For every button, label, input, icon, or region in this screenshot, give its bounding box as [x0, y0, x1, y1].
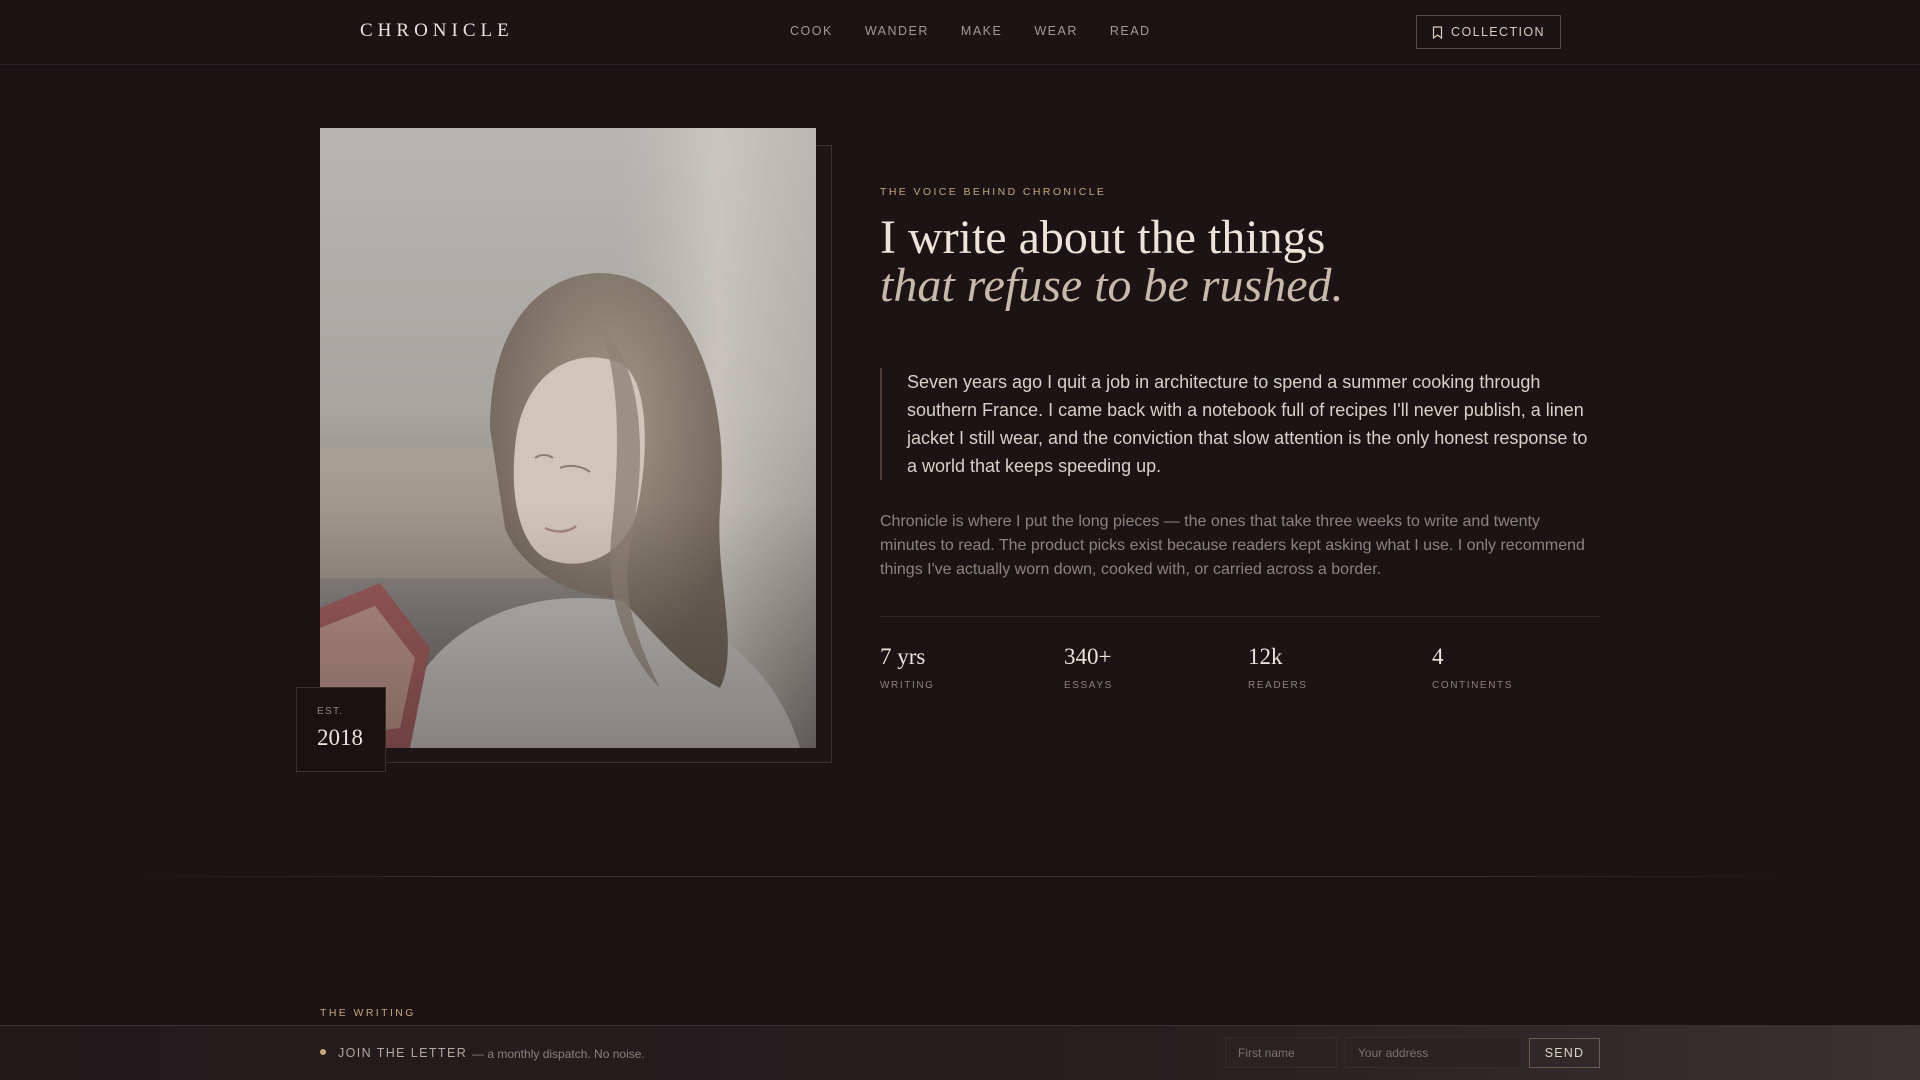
- stat-value: 4: [1432, 644, 1444, 669]
- newsletter-subtitle: — a monthly dispatch. No noise.: [472, 1047, 645, 1061]
- page-title: I write about the things that refuse to …: [880, 214, 1600, 310]
- headline-line-2: that refuse to be rushed.: [880, 259, 1344, 312]
- stat-readers: 12k READERS: [1248, 644, 1432, 691]
- stat-label: ESSAYS: [1064, 680, 1113, 691]
- stat-value: 340+: [1064, 644, 1112, 669]
- stat-value: 12k: [1248, 644, 1283, 669]
- status-dot-icon: [320, 1049, 326, 1055]
- stat-label: WRITING: [880, 680, 935, 691]
- main-nav: COOK WANDER MAKE WEAR READ: [790, 24, 1183, 38]
- author-portrait: [320, 128, 816, 748]
- nav-item-wander[interactable]: WANDER: [865, 24, 929, 38]
- about-eyebrow: THE VOICE BEHIND CHRONICLE: [880, 186, 1107, 198]
- site-logo[interactable]: CHRONICLE: [360, 20, 514, 42]
- pull-quote: Seven years ago I quit a job in architec…: [880, 368, 1600, 480]
- stat-writing: 7 yrs WRITING: [880, 644, 1064, 691]
- nav-item-make[interactable]: MAKE: [961, 24, 1002, 38]
- est-label: EST.: [317, 706, 344, 717]
- established-badge: EST. 2018: [296, 687, 386, 772]
- stat-value: 7 yrs: [880, 644, 926, 669]
- stat-label: CONTINENTS: [1432, 680, 1513, 691]
- bookmark-icon: [1432, 25, 1443, 39]
- headline-line-1: I write about the things: [880, 211, 1326, 264]
- site-header: CHRONICLE COOK WANDER MAKE WEAR READ COL…: [0, 0, 1920, 65]
- section-divider: [120, 876, 1800, 877]
- nav-item-cook[interactable]: COOK: [790, 24, 833, 38]
- collection-label: COLLECTION: [1451, 25, 1545, 39]
- est-year: 2018: [317, 725, 363, 750]
- about-body: Chronicle is where I put the long pieces…: [880, 513, 1585, 578]
- first-name-input[interactable]: [1225, 1037, 1337, 1068]
- send-button[interactable]: SEND: [1529, 1038, 1600, 1068]
- newsletter-title: JOIN THE LETTER: [338, 1046, 468, 1060]
- newsletter-bar: JOIN THE LETTER — a monthly dispatch. No…: [0, 1025, 1920, 1080]
- stat-essays: 340+ ESSAYS: [1064, 644, 1248, 691]
- collection-button[interactable]: COLLECTION: [1416, 15, 1561, 49]
- stats-divider: [880, 616, 1600, 617]
- stat-label: READERS: [1248, 680, 1308, 691]
- nav-item-wear[interactable]: WEAR: [1034, 24, 1078, 38]
- email-address-input[interactable]: [1345, 1037, 1522, 1068]
- writing-section-label: THE WRITING: [320, 1007, 416, 1019]
- nav-item-read[interactable]: READ: [1110, 24, 1151, 38]
- stat-continents: 4 CONTINENTS: [1432, 644, 1616, 691]
- stats-row: 7 yrs WRITING 340+ ESSAYS 12k READERS 4 …: [880, 644, 1616, 691]
